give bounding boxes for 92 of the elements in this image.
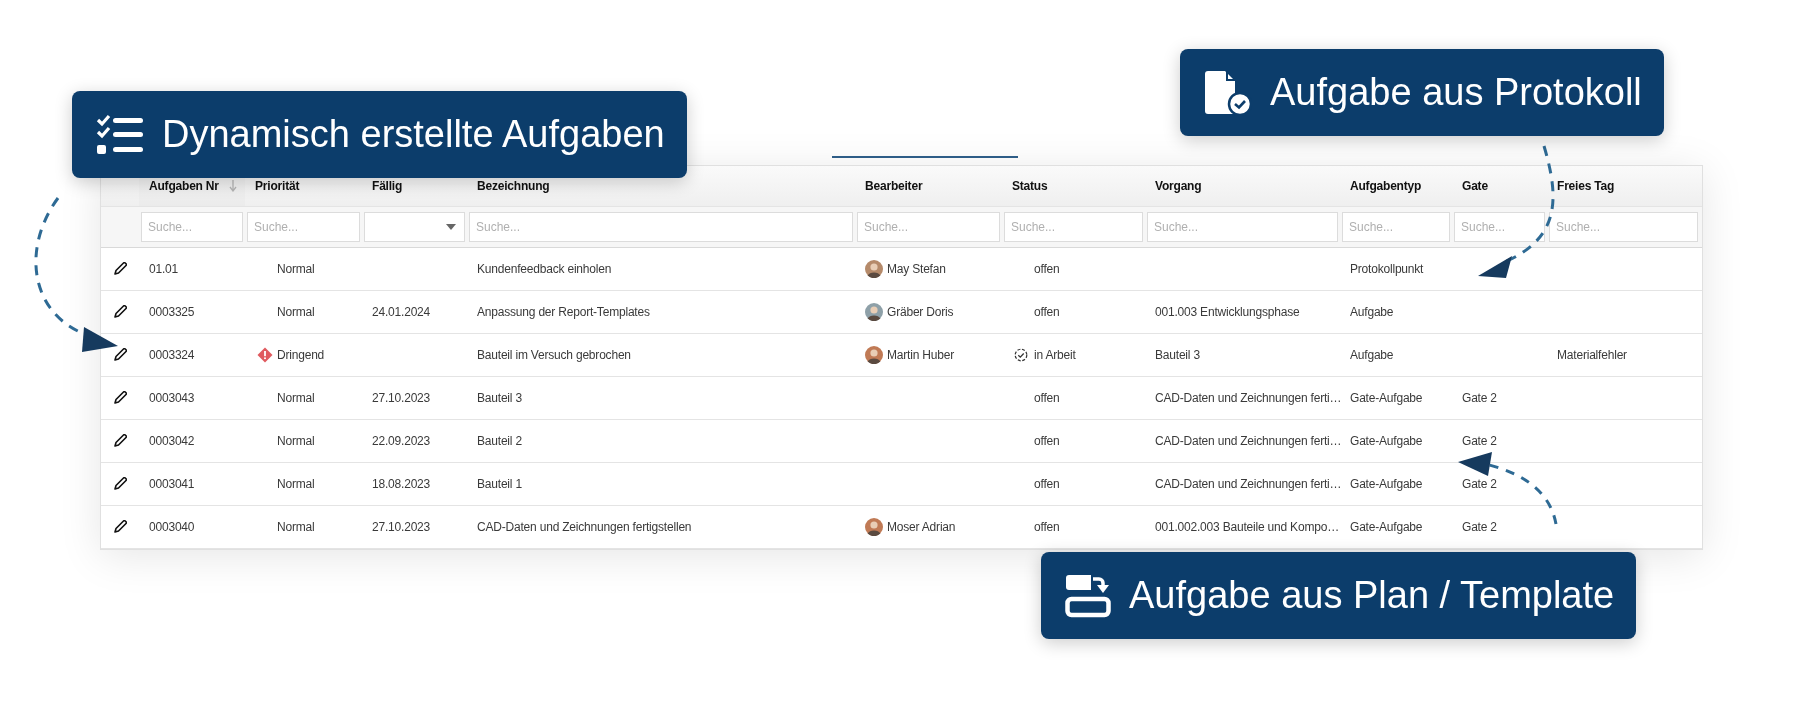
table-cell: 0003043 (149, 391, 195, 405)
caret-icon (446, 224, 456, 230)
table-cell: 22.09.2023 (372, 434, 431, 448)
search-field[interactable]: Suche... (1147, 212, 1338, 242)
table-cell: Normal (277, 434, 315, 448)
column-header[interactable]: Fällig (372, 179, 403, 193)
table-cell: CAD-Daten und Zeichnungen ferti… (1155, 434, 1342, 448)
search-field[interactable]: Suche... (1342, 212, 1450, 242)
avatar-icon (865, 346, 883, 364)
pencil-icon[interactable] (113, 477, 127, 491)
table-cell: 001.002.003 Bauteile und Kompo… (1155, 520, 1339, 534)
table-cell: Gate-Aufgabe (1350, 391, 1423, 405)
table-cell: CAD-Daten und Zeichnungen ferti… (1155, 477, 1342, 491)
table-cell: Materialfehler (1557, 348, 1627, 362)
pencil-icon[interactable] (113, 262, 127, 276)
table-cell: Aufgabe (1350, 348, 1394, 362)
table-cell: offen (1034, 262, 1060, 276)
table-cell: Gate-Aufgabe (1350, 477, 1423, 491)
table-cell: offen (1034, 477, 1060, 491)
column-header[interactable]: Bearbeiter (865, 179, 923, 193)
column-header[interactable]: Bezeichnung (477, 179, 550, 193)
table-cell: Bauteil 3 (477, 391, 522, 405)
table-cell: Normal (277, 262, 315, 276)
table-cell: 0003324 (149, 348, 195, 362)
callout-title: Dynamisch erstellte Aufgaben (162, 113, 665, 156)
table-cell: 0003042 (149, 434, 195, 448)
table-cell: 01.01 (149, 262, 179, 276)
document-check-icon (1204, 69, 1252, 116)
pencil-icon[interactable] (113, 305, 127, 319)
avatar-icon (865, 518, 883, 536)
column-header[interactable]: Status (1012, 179, 1048, 193)
table-cell: May Stefan (887, 262, 946, 276)
template-icon (1065, 573, 1111, 618)
table-cell: Anpassung der Report-Templates (477, 305, 650, 319)
table-cell: offen (1034, 305, 1060, 319)
search-field[interactable]: Suche... (1004, 212, 1143, 242)
column-header[interactable]: Aufgabentyp (1350, 179, 1422, 193)
pencil-icon[interactable] (113, 520, 127, 534)
pencil-icon[interactable] (113, 434, 127, 448)
table-cell: Normal (277, 520, 315, 534)
table-cell: Protokollpunkt (1350, 262, 1424, 276)
table-cell: 24.01.2024 (372, 305, 431, 319)
callout-title: Aufgabe aus Protokoll (1270, 71, 1642, 114)
table-cell: Gate-Aufgabe (1350, 434, 1423, 448)
table-cell: Normal (277, 305, 315, 319)
dropdown-field[interactable] (364, 212, 465, 242)
table-cell: Bauteil im Versuch gebrochen (477, 348, 631, 362)
column-header[interactable]: Vorgang (1155, 179, 1202, 193)
table-cell: Gate 2 (1462, 391, 1497, 405)
table-cell: offen (1034, 520, 1060, 534)
search-field[interactable]: Suche... (1549, 212, 1698, 242)
pencil-icon[interactable] (113, 391, 127, 405)
search-field[interactable]: Suche... (247, 212, 360, 242)
table-cell: Gate 2 (1462, 434, 1497, 448)
avatar-icon (865, 260, 883, 278)
table-cell: 0003325 (149, 305, 195, 319)
checklist-icon (96, 113, 144, 156)
callout-title: Aufgabe aus Plan / Template (1129, 574, 1615, 617)
table-cell: 27.10.2023 (372, 391, 431, 405)
table-cell: in Arbeit (1034, 348, 1076, 362)
table-cell: Gate 2 (1462, 477, 1497, 491)
table-cell: Gräber Doris (887, 305, 954, 319)
table-cell: Normal (277, 477, 315, 491)
table-cell: Martin Huber (887, 348, 954, 362)
table-cell: Dringend (277, 348, 325, 362)
table-cell: Gate-Aufgabe (1350, 520, 1423, 534)
table-cell: Bauteil 3 (1155, 348, 1200, 362)
search-field[interactable]: Suche... (857, 212, 1000, 242)
column-header[interactable]: Gate (1462, 179, 1488, 193)
table-cell: Kundenfeedback einholen (477, 262, 612, 276)
table-cell: Bauteil 2 (477, 434, 522, 448)
search-field[interactable]: Suche... (1454, 212, 1545, 242)
table-cell: 18.08.2023 (372, 477, 431, 491)
table-cell: 0003041 (149, 477, 195, 491)
search-field[interactable]: Suche... (141, 212, 243, 242)
table-cell: 27.10.2023 (372, 520, 431, 534)
table-cell: Normal (277, 391, 315, 405)
search-field[interactable]: Suche... (469, 212, 853, 242)
avatar-icon (865, 303, 883, 321)
pencil-icon[interactable] (113, 348, 127, 362)
table-cell: offen (1034, 434, 1060, 448)
table-cell: 0003040 (149, 520, 195, 534)
table-cell: Gate 2 (1462, 520, 1497, 534)
table-cell: Bauteil 1 (477, 477, 522, 491)
table-cell: 001.003 Entwicklungsphase (1155, 305, 1300, 319)
table-cell: offen (1034, 391, 1060, 405)
table-cell: Moser Adrian (887, 520, 956, 534)
table-cell: CAD-Daten und Zeichnungen fertigstellen (477, 520, 692, 534)
table-cell: CAD-Daten und Zeichnungen ferti… (1155, 391, 1342, 405)
table-cell: Aufgabe (1350, 305, 1394, 319)
column-header[interactable]: Priorität (255, 179, 300, 193)
column-header[interactable]: Freies Tag (1557, 179, 1615, 193)
